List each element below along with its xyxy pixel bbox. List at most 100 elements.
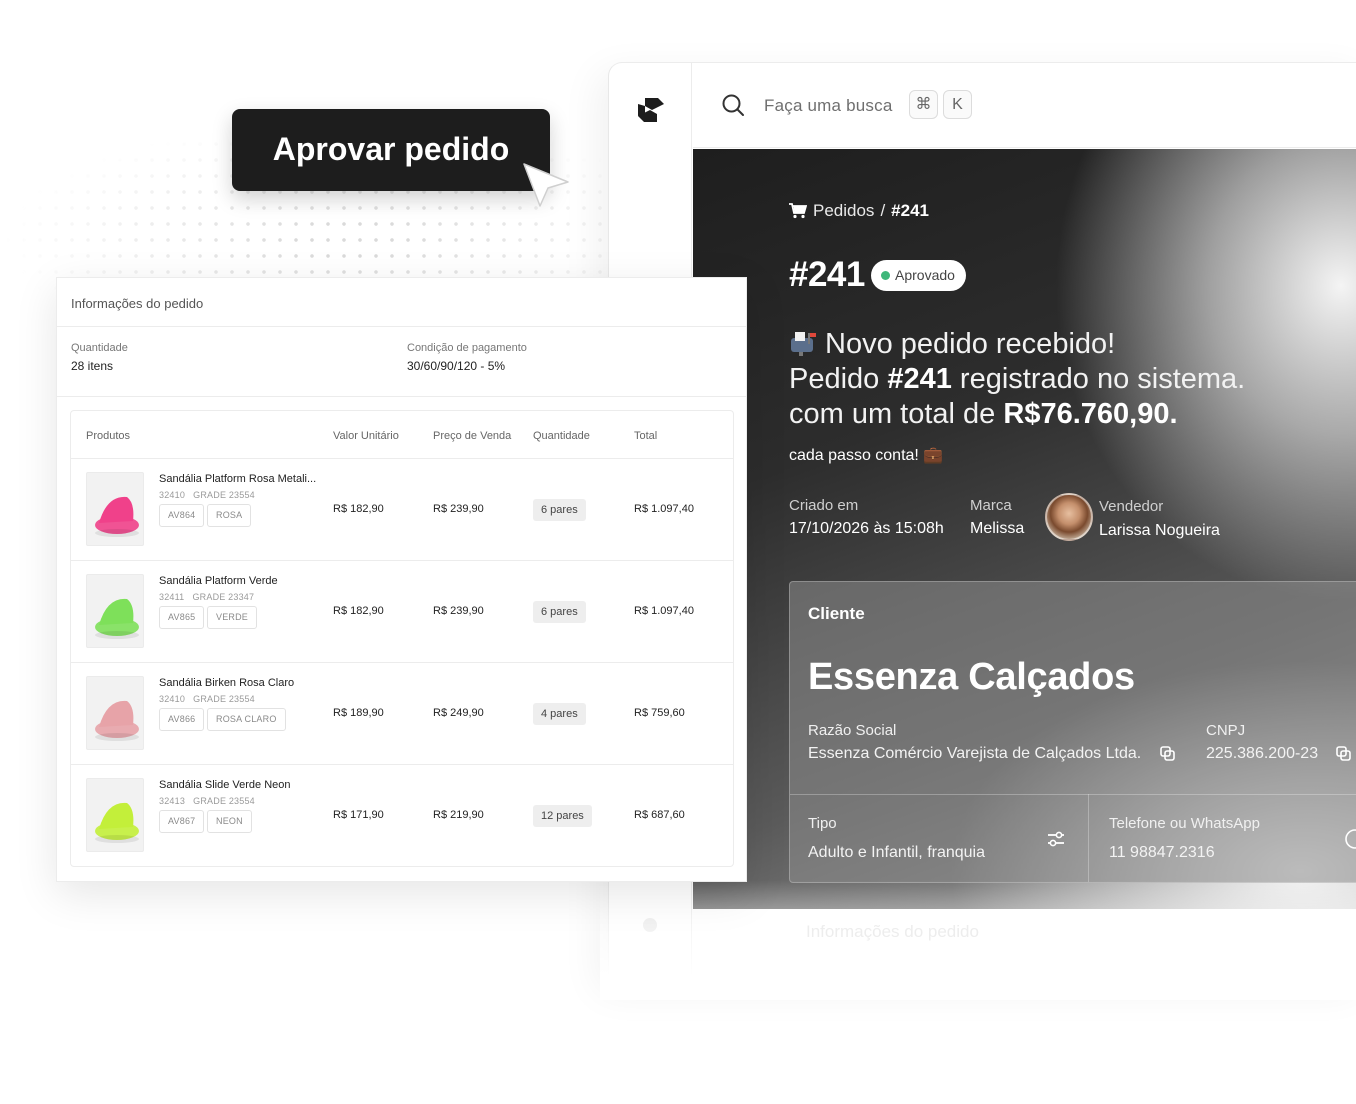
razao-social-value: Essenza Comércio Varejista de Calçados L…	[808, 745, 1142, 762]
status-badge: Aprovado	[871, 260, 966, 291]
products-table: Produtos Valor Unitário Preço de Venda Q…	[70, 410, 734, 867]
tipo-value: Adulto e Infantil, franquia	[808, 844, 986, 861]
product-name[interactable]: Sandália Birken Rosa Claro	[159, 677, 294, 689]
whatsapp-icon[interactable]	[1344, 828, 1356, 850]
quantity-chip: 6 pares	[533, 499, 586, 521]
headline-line-2c: registrado no sistema.	[951, 363, 1246, 395]
client-name: Essenza Calçados	[808, 656, 1135, 698]
breadcrumb: Pedidos / #241	[789, 201, 929, 221]
product-ref-code: 32413	[159, 796, 186, 806]
table-row[interactable]: Sandália Slide Verde Neon 32413 GRADE 235…	[71, 764, 733, 866]
product-grade: GRADE 23554	[193, 490, 255, 500]
product-image	[86, 472, 144, 546]
sale-price: R$ 249,90	[433, 707, 484, 719]
product-name[interactable]: Sandália Slide Verde Neon	[159, 779, 290, 791]
copy-cnpj-icon[interactable]	[1336, 746, 1351, 761]
product-ref: 32411 GRADE 23347	[159, 592, 254, 602]
unit-price: R$ 182,90	[333, 503, 384, 515]
breadcrumb-pedidos[interactable]: Pedidos	[813, 201, 874, 221]
order-hero: Pedidos / #241 #241 Aprovado Novo pedido…	[693, 149, 1356, 909]
order-info-title: Informações do pedido	[57, 278, 746, 327]
shortcut-key-k: K	[943, 90, 972, 119]
cart-icon	[789, 203, 807, 219]
row-total: R$ 1.097,40	[634, 503, 694, 515]
client-card-title: Cliente	[808, 604, 865, 623]
cnpj-label: CNPJ	[1206, 722, 1246, 739]
approve-order-button[interactable]: Aprovar pedido	[232, 109, 550, 191]
table-row[interactable]: Sandália Platform Rosa Metali... 32410 GR…	[71, 458, 733, 560]
sale-price: R$ 239,90	[433, 503, 484, 515]
ghost-section-title: Informações do pedido	[806, 922, 979, 941]
quantity-chip: 12 pares	[533, 805, 592, 827]
brand-logo-icon[interactable]	[636, 95, 666, 125]
product-tag-code: AV867	[159, 810, 205, 833]
product-ref-code: 32411	[159, 592, 185, 602]
shortcut-key-cmd: ⌘	[909, 90, 938, 119]
cnpj-value: 225.386.200-23	[1206, 745, 1319, 762]
quantity-chip: 6 pares	[533, 601, 586, 623]
payment-label: Condição de pagamento	[407, 342, 527, 354]
row-total: R$ 1.097,40	[634, 605, 694, 617]
product-tag-color: NEON	[207, 810, 252, 833]
payment-value: 30/60/90/120 - 5%	[407, 359, 506, 373]
product-tag-color: VERDE	[207, 606, 258, 629]
status-dot-icon	[881, 271, 890, 280]
sliders-icon[interactable]	[1046, 829, 1066, 849]
sale-price: R$ 219,90	[433, 809, 484, 821]
brand-value: Melissa	[970, 520, 1025, 537]
unit-price: R$ 171,90	[333, 809, 384, 821]
created-label: Criado em	[789, 497, 859, 514]
headline: Novo pedido recebido! Pedido #241 regist…	[789, 327, 1329, 432]
approve-order-label: Aprovar pedido	[272, 131, 510, 167]
table-row[interactable]: Sandália Birken Rosa Claro 32410 GRADE 23…	[71, 662, 733, 764]
client-card-divider-vertical	[1088, 794, 1089, 882]
headline-line-3a: com um total de	[789, 398, 1004, 430]
seller-avatar	[1045, 493, 1093, 541]
client-card: Cliente Essenza Calçados Razão Social Es…	[789, 581, 1356, 883]
product-image	[86, 676, 144, 750]
headline-total: R$76.760,90.	[1003, 398, 1178, 430]
phone-label: Telefone ou WhatsApp	[1109, 815, 1260, 832]
order-info-panel: Informações do pedido Quantidade 28 iten…	[56, 277, 747, 882]
sandal-icon	[95, 598, 139, 639]
topbar: Faça uma busca ⌘ K	[693, 63, 1356, 148]
razao-social-label: Razão Social	[808, 722, 897, 739]
seller-value: Larissa Nogueira	[1099, 522, 1220, 539]
column-header-produtos: Produtos	[86, 430, 131, 442]
row-total: R$ 759,60	[634, 707, 685, 719]
product-tag-color: ROSA	[207, 504, 252, 527]
breadcrumb-current: #241	[891, 201, 929, 220]
product-tag-code: AV864	[159, 504, 205, 527]
product-ref: 32410 GRADE 23554	[159, 694, 255, 704]
headline-line-1: Novo pedido recebido!	[825, 328, 1116, 360]
product-grade: GRADE 23554	[193, 694, 255, 704]
product-name[interactable]: Sandália Platform Verde	[159, 575, 278, 587]
phone-value: 11 98847.2316	[1109, 844, 1215, 861]
product-name[interactable]: Sandália Platform Rosa Metali...	[159, 473, 316, 485]
column-header-valor-unitario: Valor Unitário	[333, 430, 399, 442]
breadcrumb-separator: /	[880, 201, 886, 220]
order-number: #241	[789, 255, 865, 294]
status-badge-label: Aprovado	[895, 267, 955, 283]
search-input[interactable]: Faça uma busca	[764, 96, 892, 116]
product-ref: 32413 GRADE 23554	[159, 796, 255, 806]
product-grade: GRADE 23554	[193, 796, 255, 806]
unit-price: R$ 189,90	[333, 707, 384, 719]
seller-label: Vendedor	[1099, 498, 1164, 515]
search-icon[interactable]	[721, 93, 745, 117]
sandal-icon	[95, 496, 139, 537]
row-total: R$ 687,60	[634, 809, 685, 821]
product-tag-code: AV866	[159, 708, 205, 731]
quantity-chip: 4 pares	[533, 703, 586, 725]
tipo-label: Tipo	[808, 815, 837, 832]
product-tag-code: AV865	[159, 606, 205, 629]
product-tag-color: ROSA CLARO	[207, 708, 286, 731]
sandal-icon	[95, 700, 139, 741]
tagline: cada passo conta! 💼	[789, 447, 944, 464]
column-header-total: Total	[634, 430, 658, 442]
copy-icon[interactable]	[1160, 746, 1175, 761]
client-card-divider	[790, 794, 1356, 795]
sale-price: R$ 239,90	[433, 605, 484, 617]
table-row[interactable]: Sandália Platform Verde 32411 GRADE 23347…	[71, 560, 733, 662]
cursor-pointer-icon	[523, 163, 569, 207]
